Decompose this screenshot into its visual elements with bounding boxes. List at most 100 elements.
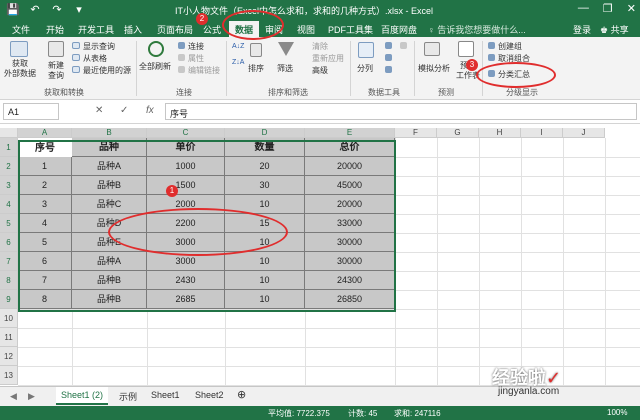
insert-function-icon[interactable]: fx <box>146 105 154 116</box>
connections-button[interactable]: 连接 <box>188 41 204 52</box>
column-header-a[interactable]: A <box>18 128 72 138</box>
tab-insert[interactable]: 插入 <box>124 23 142 36</box>
from-table-button[interactable]: 从表格 <box>83 53 107 64</box>
table-cell[interactable]: 10 <box>225 290 305 309</box>
table-cell[interactable]: 1000 <box>147 157 225 176</box>
row-header-1[interactable]: 1 <box>0 138 18 157</box>
column-header-e[interactable]: E <box>305 128 395 138</box>
row-header-11[interactable]: 11 <box>0 328 18 347</box>
table-cell[interactable]: 20000 <box>305 195 395 214</box>
new-query-button[interactable]: 新建 查询 <box>44 61 68 81</box>
row-header-9[interactable]: 9 <box>0 290 18 309</box>
properties-button[interactable]: 属性 <box>188 53 204 64</box>
row-header-3[interactable]: 3 <box>0 176 18 195</box>
table-cell[interactable]: 品种A <box>72 157 147 176</box>
zoom-level[interactable]: 100% <box>607 408 627 417</box>
enter-icon[interactable]: ✓ <box>120 105 128 116</box>
table-cell[interactable]: 2430 <box>147 271 225 290</box>
sheet-tab-sheet1[interactable]: Sheet1 <box>146 387 185 405</box>
filter-button[interactable]: 筛选 <box>277 63 293 74</box>
row-header-5[interactable]: 5 <box>0 214 18 233</box>
column-header-f[interactable]: F <box>395 128 437 138</box>
minimize-icon[interactable]: — <box>578 2 589 15</box>
tab-formulas[interactable]: 公式 <box>203 23 221 36</box>
header-cell[interactable]: 总价 <box>305 138 395 157</box>
show-query-button[interactable]: 显示查询 <box>83 41 115 52</box>
row-header-6[interactable]: 6 <box>0 233 18 252</box>
row-header-4[interactable]: 4 <box>0 195 18 214</box>
table-cell[interactable]: 3 <box>18 195 72 214</box>
tab-page-layout[interactable]: 页面布局 <box>157 23 193 36</box>
login-link[interactable]: 登录 <box>573 23 591 36</box>
undo-icon[interactable]: ↶ <box>28 3 42 16</box>
sheet-tab-sheet2[interactable]: Sheet2 <box>190 387 229 405</box>
table-cell[interactable]: 1 <box>18 157 72 176</box>
table-cell[interactable]: 33000 <box>305 214 395 233</box>
sort-ascending-button[interactable]: A↓Z <box>232 43 244 50</box>
table-cell[interactable]: 10 <box>225 252 305 271</box>
row-header-7[interactable]: 7 <box>0 252 18 271</box>
tab-home[interactable]: 开始 <box>46 23 64 36</box>
table-cell[interactable]: 20000 <box>305 157 395 176</box>
column-header-d[interactable]: D <box>225 128 305 138</box>
header-cell[interactable]: 品种 <box>72 138 147 157</box>
group-button[interactable]: 创建组 <box>498 41 522 52</box>
row-header-8[interactable]: 8 <box>0 271 18 290</box>
select-all-corner[interactable] <box>0 128 18 138</box>
column-header-h[interactable]: H <box>479 128 521 138</box>
row-header-13[interactable]: 13 <box>0 366 18 385</box>
customize-qat-icon[interactable]: ▾ <box>72 3 86 16</box>
column-header-g[interactable]: G <box>437 128 479 138</box>
add-sheet-icon[interactable]: ⊕ <box>232 387 251 405</box>
edit-links-button[interactable]: 编辑链接 <box>188 65 220 76</box>
tab-pdf-tools[interactable]: PDF工具集 <box>328 23 373 36</box>
table-cell[interactable]: 品种B <box>72 271 147 290</box>
save-icon[interactable]: 💾 <box>6 3 20 16</box>
sheet-tab-example[interactable]: 示例 <box>114 387 142 405</box>
what-if-analysis-button[interactable]: 模拟分析 <box>418 63 450 74</box>
maximize-icon[interactable]: ❐ <box>603 2 613 15</box>
name-box[interactable]: A1 <box>3 103 59 120</box>
header-cell[interactable]: 单价 <box>147 138 225 157</box>
redo-icon[interactable]: ↷ <box>50 3 64 16</box>
sort-descending-button[interactable]: Z↓A <box>232 59 244 66</box>
table-cell[interactable]: 1500 <box>147 176 225 195</box>
tab-view[interactable]: 视图 <box>297 23 315 36</box>
tell-me-search[interactable]: ♀ 告诉我您想要做什么... <box>428 23 526 36</box>
column-header-c[interactable]: C <box>147 128 225 138</box>
tab-baidu-netdisk[interactable]: 百度网盘 <box>381 23 417 36</box>
table-cell[interactable]: 6 <box>18 252 72 271</box>
table-cell[interactable]: 26850 <box>305 290 395 309</box>
table-cell[interactable]: 品种A <box>72 252 147 271</box>
table-cell[interactable]: 24300 <box>305 271 395 290</box>
table-cell[interactable]: 品种B <box>72 290 147 309</box>
table-cell[interactable]: 30 <box>225 176 305 195</box>
close-icon[interactable]: ✕ <box>627 2 636 15</box>
table-cell[interactable]: 7 <box>18 271 72 290</box>
sheet-tab-sheet1-2[interactable]: Sheet1 (2) <box>56 387 109 405</box>
table-cell[interactable]: 2 <box>18 176 72 195</box>
table-cell[interactable]: 10 <box>225 271 305 290</box>
share-button[interactable]: ♚ 共享 <box>600 23 629 36</box>
row-header-10[interactable]: 10 <box>0 309 18 328</box>
table-cell[interactable]: 4 <box>18 214 72 233</box>
table-cell[interactable]: 20 <box>225 157 305 176</box>
row-header-2[interactable]: 2 <box>0 157 18 176</box>
table-cell[interactable]: 8 <box>18 290 72 309</box>
text-to-columns-button[interactable]: 分列 <box>357 63 373 74</box>
table-cell[interactable]: 30000 <box>305 233 395 252</box>
column-header-j[interactable]: J <box>563 128 605 138</box>
get-external-data-button[interactable]: 获取 外部数据 <box>2 59 38 79</box>
table-cell[interactable]: 品种C <box>72 195 147 214</box>
cancel-icon[interactable]: ✕ <box>95 105 103 116</box>
clear-filter-button[interactable]: 清除 <box>312 41 328 52</box>
table-cell[interactable]: 2685 <box>147 290 225 309</box>
row-header-12[interactable]: 12 <box>0 347 18 366</box>
advanced-filter-button[interactable]: 高级 <box>312 65 328 76</box>
table-cell[interactable]: 品种B <box>72 176 147 195</box>
table-cell[interactable]: 45000 <box>305 176 395 195</box>
tab-file[interactable]: 文件 <box>12 23 30 36</box>
formula-input[interactable]: 序号 <box>165 103 637 120</box>
table-cell[interactable]: 30000 <box>305 252 395 271</box>
reapply-filter-button[interactable]: 重新应用 <box>312 53 344 64</box>
